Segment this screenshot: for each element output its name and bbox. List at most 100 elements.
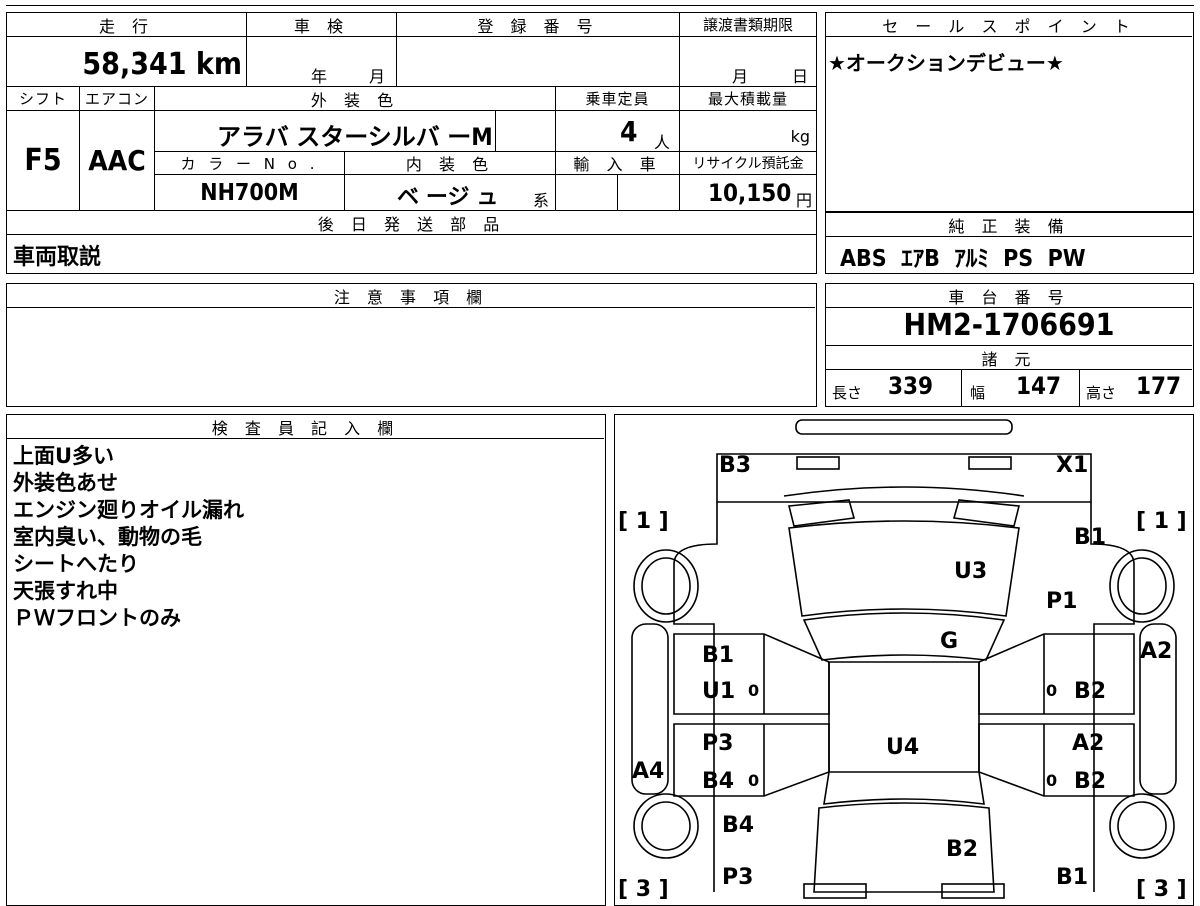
top-cut-strip bbox=[6, 0, 1194, 6]
inspector-box: 検 査 員 記 入 欄 上面U多い 外装色あせ エンジン廻りオイル漏れ 室内臭い… bbox=[6, 414, 606, 906]
aircon-label: エアコン bbox=[80, 87, 155, 111]
mark-zero: 0 bbox=[1046, 681, 1057, 700]
inspector-note: 上面U多い bbox=[13, 444, 115, 468]
mark-B1-door: B1 bbox=[702, 643, 734, 668]
headlight-right-shape bbox=[967, 455, 1012, 470]
length-value: 339 bbox=[888, 372, 934, 400]
vehicle-info-table: 走 行 車 検 登 録 番 号 譲渡書類期限 58,341 km 年 月 月 日… bbox=[6, 12, 817, 274]
inspection-year-unit: 年 bbox=[311, 67, 328, 86]
mark-B2-bottom: B2 bbox=[946, 837, 978, 862]
width-cell: 幅 147 bbox=[962, 370, 1080, 406]
ext-color-value: アラバ スターシルバ ーM bbox=[155, 111, 496, 151]
ext-color-extra-cell bbox=[496, 111, 556, 151]
specs-label: 諸 元 bbox=[826, 346, 1192, 370]
wheel-front-right-inner bbox=[1116, 556, 1167, 615]
mileage-label: 走 行 bbox=[7, 13, 247, 37]
max-load-label: 最大積載量 bbox=[680, 87, 816, 111]
transfer-deadline-label: 譲渡書類期限 bbox=[680, 13, 816, 37]
mark-P1: P1 bbox=[1046, 589, 1077, 614]
mark-U1: U1 bbox=[702, 679, 735, 704]
rear-glass-shape bbox=[822, 771, 985, 805]
mark-B1-bottom: B1 bbox=[1056, 865, 1088, 890]
front-door-left-shape bbox=[672, 632, 830, 715]
transfer-day-unit: 日 bbox=[792, 67, 809, 86]
capacity-label: 乗車定員 bbox=[556, 87, 680, 111]
mark-P3-bottom: P3 bbox=[722, 865, 753, 890]
capacity-value-cell: 4 人 bbox=[556, 111, 680, 152]
inspector-label: 検 査 員 記 入 欄 bbox=[7, 415, 604, 439]
mark-bracket-1-left: [ 1 ] bbox=[618, 509, 669, 534]
car-diagram-box: B3 X1 [ 1 ] [ 1 ] B1 U3 P1 G A2 B1 U1 0 … bbox=[614, 414, 1194, 906]
mark-zero: 0 bbox=[1046, 771, 1057, 790]
mark-B4-rear: B4 bbox=[722, 813, 754, 838]
registration-value-cell bbox=[397, 37, 680, 87]
color-no-value: NH700M bbox=[155, 175, 345, 211]
mark-A2-rear: A2 bbox=[1072, 731, 1104, 756]
mark-zero: 0 bbox=[748, 681, 759, 700]
max-load-value-cell: kg bbox=[680, 111, 816, 151]
transfer-month-unit: 月 bbox=[732, 67, 749, 86]
length-label: 長さ bbox=[832, 384, 863, 402]
wheel-rear-left-shape bbox=[632, 792, 699, 859]
mark-X1: X1 bbox=[1056, 453, 1088, 478]
int-color-label: 内 装 色 bbox=[345, 151, 556, 175]
mark-B2-rear: B2 bbox=[1074, 769, 1106, 794]
mark-B4-left: B4 bbox=[702, 769, 734, 794]
height-value: 177 bbox=[1136, 372, 1182, 400]
width-label: 幅 bbox=[970, 384, 986, 402]
recycle-value-cell: 10,150 円 bbox=[680, 175, 816, 211]
wheel-rear-left-inner bbox=[640, 800, 691, 851]
equipment-value: ABS ｴｱB ｱﾙﾐ PS PW bbox=[840, 246, 1086, 272]
sales-point-value: ★オークションデビュー★ bbox=[828, 51, 1064, 75]
caution-label: 注 意 事 項 欄 bbox=[7, 284, 815, 308]
mark-bracket-3-left: [ 3 ] bbox=[618, 877, 669, 902]
inspector-note: 外装色あせ bbox=[13, 471, 118, 495]
height-cell: 高さ 177 bbox=[1080, 370, 1192, 406]
wheel-rear-right-inner bbox=[1116, 800, 1167, 851]
max-load-unit: kg bbox=[790, 127, 810, 146]
inspector-notes: 上面U多い 外装色あせ エンジン廻りオイル漏れ 室内臭い、動物の毛 シートへたり… bbox=[13, 443, 244, 632]
front-door-right-shape bbox=[977, 632, 1135, 715]
mark-U3: U3 bbox=[954, 559, 987, 584]
caution-box: 注 意 事 項 欄 bbox=[6, 283, 817, 407]
sales-point-label: セ ー ル ス ポ イ ン ト bbox=[826, 13, 1192, 37]
recycle-unit: 円 bbox=[795, 191, 812, 210]
later-parts-value: 車両取説 bbox=[13, 245, 102, 270]
inspection-value-cell: 年 月 bbox=[247, 37, 397, 87]
mark-A2: A2 bbox=[1140, 639, 1172, 664]
sales-point-box: セ ー ル ス ポ イ ン ト ★オークションデビュー★ bbox=[825, 12, 1194, 212]
registration-label: 登 録 番 号 bbox=[397, 13, 680, 37]
equipment-box: 純 正 装 備 ABS ｴｱB ｱﾙﾐ PS PW bbox=[825, 212, 1194, 274]
mark-zero: 0 bbox=[748, 771, 759, 790]
wheel-front-right-shape bbox=[1108, 548, 1175, 623]
inspector-note: 室内臭い、動物の毛 bbox=[13, 525, 202, 549]
recycle-label: リサイクル預託金 bbox=[680, 151, 816, 175]
mileage-value: 58,341 km bbox=[7, 37, 247, 87]
ext-color-label: 外 装 色 bbox=[155, 87, 556, 111]
front-bumper-shape bbox=[794, 418, 1013, 435]
inspector-note: シートへたり bbox=[13, 552, 139, 576]
transfer-value-cell: 月 日 bbox=[680, 37, 816, 87]
shift-value: F5 bbox=[7, 111, 80, 211]
recycle-value: 10,150 bbox=[708, 179, 792, 207]
mark-U4: U4 bbox=[886, 735, 919, 760]
front-panel-shape bbox=[715, 452, 1092, 503]
inspector-note: エンジン廻りオイル漏れ bbox=[13, 498, 244, 522]
wheel-front-left-shape bbox=[632, 548, 699, 623]
mark-B2-door: B2 bbox=[1074, 679, 1106, 704]
mark-P3-left: P3 bbox=[702, 731, 733, 756]
wheel-front-left-inner bbox=[640, 556, 691, 615]
mark-B1-front: B1 bbox=[1074, 525, 1106, 550]
inspector-note: 天張すれ中 bbox=[13, 579, 118, 603]
chassis-label: 車 台 番 号 bbox=[826, 284, 1192, 308]
car-diagram: B3 X1 [ 1 ] [ 1 ] B1 U3 P1 G A2 B1 U1 0 … bbox=[618, 418, 1187, 902]
color-no-label: カ ラ ー N o . bbox=[155, 151, 345, 175]
headlight-left-shape bbox=[795, 455, 840, 470]
int-color-value: ベ ージ ュ bbox=[397, 185, 499, 210]
int-color-cell: ベ ージ ュ 系 bbox=[345, 175, 556, 211]
import-cell-b bbox=[618, 175, 680, 211]
chassis-value: HM2-1706691 bbox=[826, 308, 1192, 346]
mark-bracket-3-right: [ 3 ] bbox=[1136, 877, 1187, 902]
shift-label: シフト bbox=[7, 87, 80, 111]
width-value: 147 bbox=[1016, 372, 1062, 400]
